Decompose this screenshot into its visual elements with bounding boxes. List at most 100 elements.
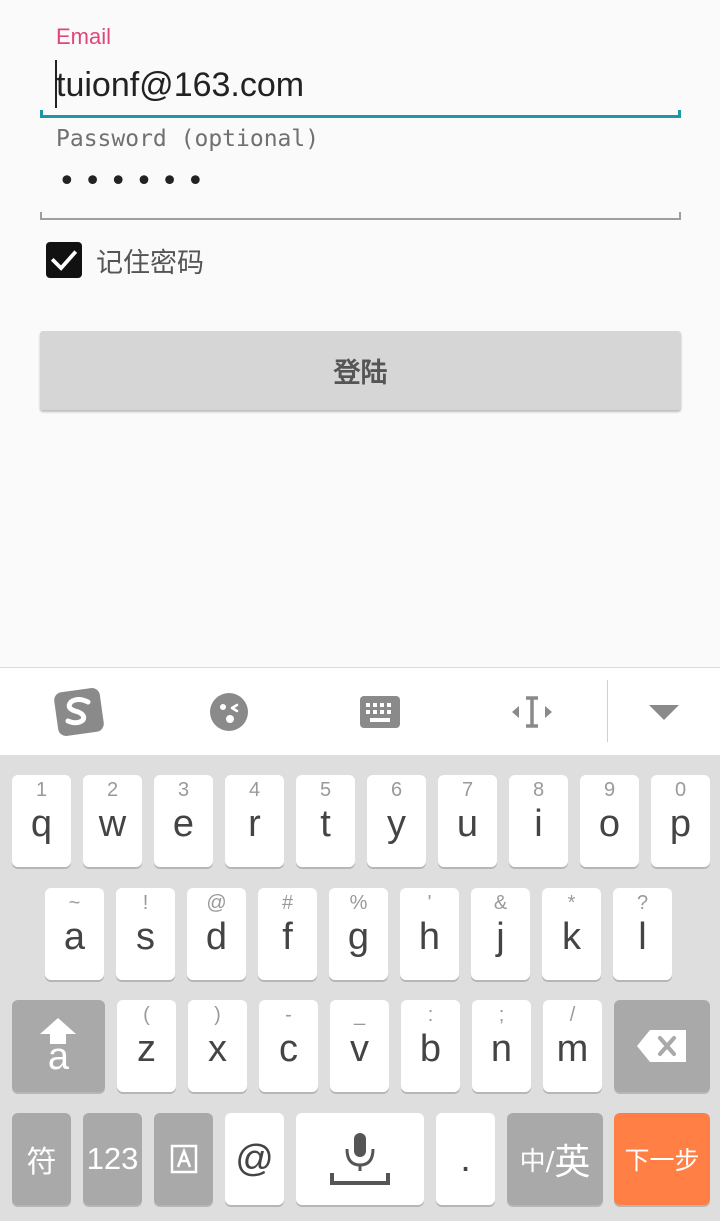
key-u[interactable]: 7u	[438, 775, 497, 867]
key-hint: %	[349, 892, 368, 914]
login-button[interactable]: 登陆	[40, 331, 681, 410]
period-key[interactable]: .	[436, 1113, 495, 1205]
key-label: l	[638, 916, 647, 958]
shift-key[interactable]: a	[12, 1000, 105, 1092]
key-f[interactable]: # f	[258, 888, 317, 980]
key-v[interactable]: _ v	[330, 1000, 389, 1092]
key-label: z	[137, 1028, 156, 1070]
keyboard-icon[interactable]	[340, 668, 420, 756]
key-label: q	[30, 803, 53, 845]
shift-letter: a	[47, 1036, 70, 1078]
key-h[interactable]: ' h	[400, 888, 459, 980]
email-underline	[40, 115, 681, 118]
key-label: o	[598, 803, 621, 845]
password-underline-tick-right	[679, 212, 681, 220]
key-hint: 9	[603, 779, 616, 801]
key-y[interactable]: 6y	[367, 775, 426, 867]
key-hint: ~	[68, 892, 81, 914]
remember-password-row[interactable]: 记住密码	[46, 240, 204, 280]
backspace-key[interactable]	[614, 1000, 710, 1092]
key-r[interactable]: 4r	[225, 775, 284, 867]
key-x[interactable]: ) x	[188, 1000, 247, 1092]
key-p[interactable]: 0p	[651, 775, 710, 867]
key-b[interactable]: :b	[401, 1000, 460, 1092]
backspace-icon	[637, 1030, 686, 1062]
collapse-keyboard-icon[interactable]	[624, 668, 704, 756]
key-hint: -	[285, 1004, 292, 1026]
soft-keyboard: 1q 2w 3e 4r 5t 6y 7u 8i 9o 0p ~ a ! s @ d #…	[0, 755, 720, 1221]
language-toggle-key[interactable]: 中/英	[507, 1113, 603, 1205]
next-step-key[interactable]: 下一步	[614, 1113, 710, 1205]
password-value: ••••••	[58, 164, 213, 199]
handwriting-key[interactable]	[154, 1113, 213, 1205]
login-form: Email tuionf@163.com Password (optional)…	[0, 0, 720, 668]
screen: Email tuionf@163.com Password (optional)…	[0, 0, 720, 1221]
key-hint: 8	[532, 779, 545, 801]
email-underline-tick-left	[40, 110, 43, 118]
checkmark-icon	[50, 250, 78, 271]
microphone-icon	[330, 1133, 390, 1185]
key-label: r	[248, 803, 261, 845]
key-i[interactable]: 8i	[509, 775, 568, 867]
key-n[interactable]: ; n	[472, 1000, 531, 1092]
key-hint: #	[281, 892, 294, 914]
key-q[interactable]: 1q	[12, 775, 71, 867]
key-hint: /	[569, 1004, 576, 1026]
key-hint: *	[567, 892, 576, 914]
key-hint: 1	[35, 779, 48, 801]
key-label: x	[208, 1028, 227, 1070]
key-e[interactable]: 3e	[154, 775, 213, 867]
number-key[interactable]: 123	[83, 1113, 142, 1205]
space-voice-key[interactable]	[296, 1113, 424, 1205]
key-label: j	[496, 916, 505, 958]
key-label: m	[556, 1028, 589, 1070]
key-hint: :	[427, 1004, 434, 1026]
remember-password-checkbox[interactable]	[46, 242, 82, 278]
email-field[interactable]: tuionf@163.com	[40, 56, 681, 118]
key-hint: !	[142, 892, 149, 914]
key-o[interactable]: 9o	[580, 775, 639, 867]
handwriting-icon	[170, 1144, 197, 1174]
key-label: c	[279, 1028, 298, 1070]
key-label: w	[98, 803, 127, 845]
sogou-logo-icon[interactable]	[38, 668, 120, 756]
key-w[interactable]: 2w	[83, 775, 142, 867]
toolbar-divider	[607, 680, 608, 742]
key-j[interactable]: & j	[471, 888, 530, 980]
key-label: b	[419, 1028, 442, 1070]
key-c[interactable]: -c	[259, 1000, 318, 1092]
cursor-move-icon[interactable]	[492, 668, 572, 756]
key-hint: ;	[498, 1004, 505, 1026]
key-hint: 7	[461, 779, 474, 801]
key-z[interactable]: (z	[117, 1000, 176, 1092]
password-underline	[40, 218, 681, 220]
key-k[interactable]: * k	[542, 888, 601, 980]
key-label: n	[490, 1028, 513, 1070]
key-g[interactable]: % g	[329, 888, 388, 980]
password-field[interactable]: ••••••	[40, 160, 681, 220]
key-m[interactable]: / m	[543, 1000, 602, 1092]
at-key[interactable]: @	[225, 1113, 284, 1205]
key-hint: '	[427, 892, 432, 914]
key-label: f	[282, 916, 293, 958]
key-t[interactable]: 5t	[296, 775, 355, 867]
key-hint: ?	[636, 892, 649, 914]
key-label: p	[669, 803, 692, 845]
key-hint: 3	[177, 779, 190, 801]
key-label: i	[534, 803, 543, 845]
key-s[interactable]: ! s	[116, 888, 175, 980]
key-d[interactable]: @ d	[187, 888, 246, 980]
key-label: h	[418, 916, 441, 958]
key-a[interactable]: ~ a	[45, 888, 104, 980]
key-hint: 0	[674, 779, 687, 801]
lang-zh-label: 中/	[519, 1146, 555, 1177]
key-label: t	[320, 803, 331, 845]
remember-password-label: 记住密码	[96, 247, 204, 279]
key-label: d	[205, 916, 228, 958]
lang-en-label: 英	[554, 1142, 591, 1183]
key-label: k	[562, 916, 581, 958]
key-l[interactable]: ? l	[613, 888, 672, 980]
emoji-icon[interactable]	[190, 668, 268, 756]
symbol-key[interactable]: 符	[12, 1113, 71, 1205]
key-hint: _	[353, 1004, 366, 1026]
